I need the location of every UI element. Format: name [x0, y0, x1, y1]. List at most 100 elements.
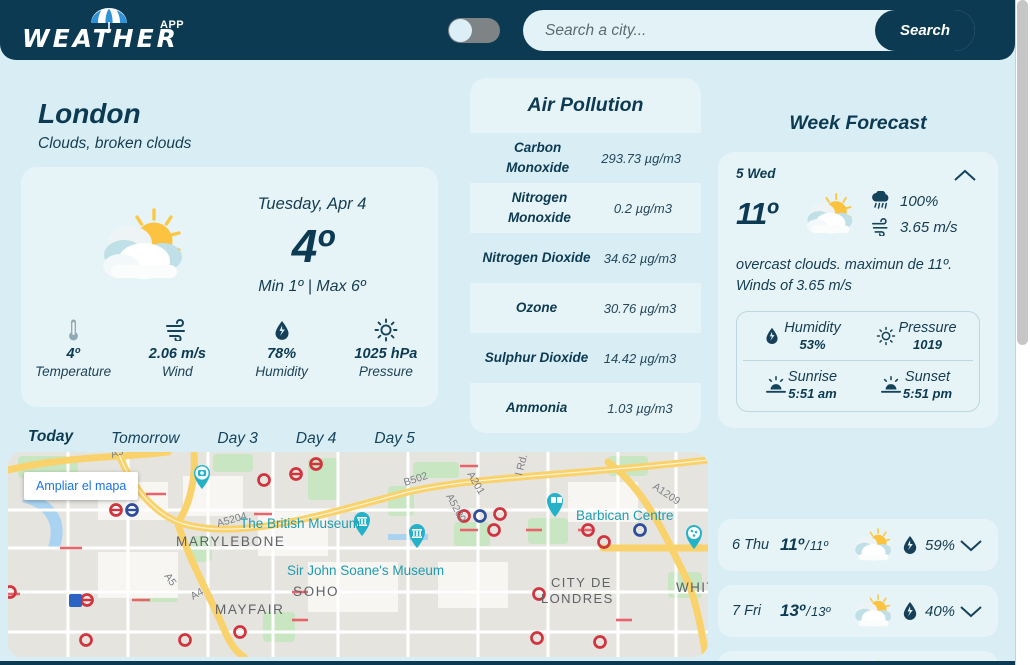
week-forecast-row[interactable]: 6 Thu 11º / 11º: [718, 519, 998, 571]
air-pollution-title-text: Air Pollution: [528, 94, 644, 117]
city-name: London: [38, 98, 141, 130]
rain-cloud-icon: [870, 191, 892, 211]
detail-label: Pressure: [898, 320, 956, 336]
today-weather-card: Tuesday, Apr 4 4º Min 1º | Max 6º 4º Tem…: [21, 167, 438, 407]
forecast-row-day: 7 Fri: [732, 603, 780, 619]
sun-behind-cloud-icon: [846, 524, 902, 566]
pollutant-name: Nitrogen Monoxide: [482, 188, 597, 227]
pollutant-value: 1.03 µg/m3: [591, 401, 689, 416]
chevron-down-icon[interactable]: [958, 603, 984, 619]
detail-value: 1019: [898, 337, 956, 352]
wind-icon: [131, 317, 223, 343]
metric-temperature: 4º Temperature: [27, 317, 119, 379]
forecast-row-temps: 11º / 11º: [780, 535, 846, 555]
week-forecast-title: Week Forecast: [718, 112, 998, 135]
pollution-row: Nitrogen Dioxide 34.62 µg/m3: [470, 233, 701, 283]
search-input[interactable]: [545, 10, 875, 51]
pollutant-value: 30.76 µg/m3: [591, 301, 689, 316]
app-logo[interactable]: WEATHER APP: [22, 8, 197, 52]
detail-pressure: Pressure 1019: [858, 320, 973, 352]
water-drop-icon: [760, 327, 784, 345]
pollutant-name: Carbon Monoxide: [482, 138, 593, 177]
app-header: WEATHER APP Search: [0, 0, 1015, 60]
weather-app: WEATHER APP Search London Clouds, broken…: [0, 0, 1030, 665]
forecast-row-day: 6 Thu: [732, 537, 780, 553]
forecast-details-row: Humidity 53%: [743, 320, 973, 361]
location-map[interactable]: The British Museum MARYLEBONE Sir John S…: [8, 452, 708, 657]
metric-value: 1025 hPa: [340, 346, 432, 362]
sun-behind-cloud-icon: [91, 199, 199, 291]
detail-text: Sunrise 5:51 am: [788, 369, 837, 401]
svg-text:MARYLEBONE: MARYLEBONE: [176, 534, 286, 549]
water-drop-icon: [902, 601, 918, 621]
detail-label: Sunrise: [788, 369, 837, 385]
svg-text:WHIT: WHIT: [676, 580, 708, 595]
forecast-details-box: Humidity 53%: [736, 311, 980, 412]
forecast-row-low: 11º: [810, 538, 828, 553]
chevron-down-icon[interactable]: [958, 537, 984, 553]
week-forecast-row[interactable]: 7 Fri 13º / 13º: [718, 585, 998, 637]
search-bar: Search: [523, 10, 975, 51]
forecast-row-separator: /: [806, 603, 810, 619]
unit-toggle-switch[interactable]: [448, 18, 500, 43]
expand-map-button[interactable]: Ampliar el mapa: [24, 472, 138, 500]
today-metrics: 4º Temperature 2.06 m/s: [21, 317, 438, 379]
forecast-temperature: 11º: [736, 196, 798, 232]
today-min-max: Min 1º | Max 6º: [197, 278, 427, 296]
sun-icon: [340, 317, 432, 343]
pollution-row: Ozone 30.76 µg/m3: [470, 283, 701, 333]
forecast-details-row: Sunrise 5:51 am: [743, 361, 973, 401]
pollution-row: Nitrogen Monoxide 0.2 µg/m3: [470, 183, 701, 233]
metric-humidity: 78% Humidity: [236, 317, 328, 379]
detail-sunrise: Sunrise 5:51 am: [743, 369, 858, 401]
forecast-row-precipitation: 59%: [902, 535, 958, 555]
detail-value: 5:51 am: [788, 386, 837, 401]
metric-wind: 2.06 m/s Wind: [131, 317, 223, 379]
sun-icon: [874, 326, 898, 346]
sunrise-icon: [764, 375, 788, 395]
air-pollution-panel: Air Pollution Carbon Monoxide 293.73 µg/…: [470, 78, 701, 433]
metric-pressure: 1025 hPa Pressure: [340, 317, 432, 379]
search-button[interactable]: Search: [875, 10, 975, 51]
wind-value: 3.65 m/s: [900, 219, 958, 236]
pollutant-name: Sulphur Dioxide: [482, 348, 591, 368]
forecast-row-high: 11º: [780, 535, 804, 555]
water-drop-icon: [236, 317, 328, 343]
precipitation-value: 100%: [900, 193, 938, 210]
pollutant-name: Ozone: [482, 298, 591, 318]
forecast-row-separator: /: [805, 537, 809, 553]
pollutant-value: 0.2 µg/m3: [597, 201, 689, 216]
svg-text:Sir John Soane's Museum: Sir John Soane's Museum: [287, 563, 444, 578]
detail-humidity: Humidity 53%: [743, 320, 858, 352]
wind-icon: [870, 218, 892, 236]
page-scrollbar[interactable]: [1015, 0, 1030, 665]
city-description: Clouds, broken clouds: [38, 135, 191, 153]
forecast-row-high: 13º: [780, 601, 805, 621]
detail-value: 5:51 pm: [903, 386, 952, 401]
forecast-wind: 3.65 m/s: [870, 214, 958, 240]
forecast-stats: 100% 3.65 m/s: [870, 188, 958, 240]
viewport-bottom-edge: [0, 661, 1015, 665]
scrollbar-thumb[interactable]: [1017, 0, 1028, 345]
detail-label: Humidity: [784, 320, 840, 336]
forecast-main: 11º: [736, 187, 980, 241]
chevron-up-icon[interactable]: [952, 168, 978, 184]
sunset-icon: [879, 375, 903, 395]
svg-text:The British Museum: The British Museum: [240, 516, 360, 531]
svg-text:CITY DE: CITY DE: [551, 575, 612, 590]
precipitation-value: 40%: [925, 603, 955, 620]
week-forecast-expanded-card: 5 Wed 11º: [718, 152, 998, 428]
metric-label: Pressure: [340, 364, 432, 379]
forecast-day-label: 5 Wed: [736, 166, 980, 181]
pollution-row: Carbon Monoxide 293.73 µg/m3: [470, 133, 701, 183]
pollutant-value: 34.62 µg/m3: [591, 251, 689, 266]
detail-label: Sunset: [903, 369, 952, 385]
sun-behind-cloud-icon: [798, 187, 864, 241]
toggle-knob: [449, 19, 472, 42]
today-date: Tuesday, Apr 4: [197, 195, 427, 214]
metric-label: Temperature: [27, 364, 119, 379]
metric-value: 4º: [27, 346, 119, 362]
pollution-row: Ammonia 1.03 µg/m3: [470, 383, 701, 433]
air-pollution-title: Air Pollution: [470, 78, 701, 133]
pollutant-name: Ammonia: [482, 398, 591, 418]
